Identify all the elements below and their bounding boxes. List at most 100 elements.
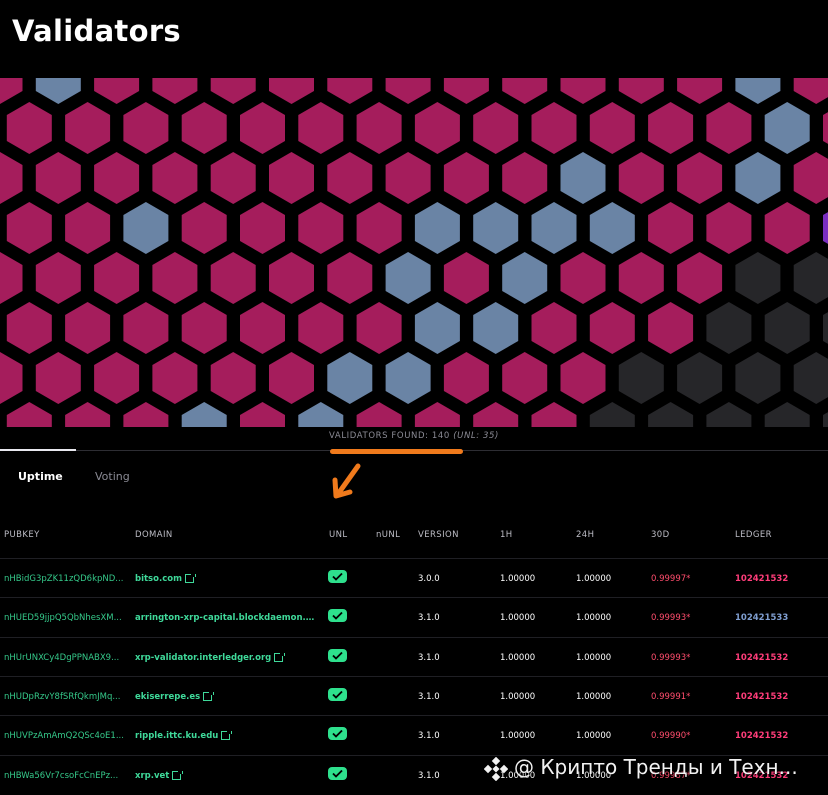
validator-hexmap[interactable] (0, 78, 828, 427)
validator-hex[interactable] (0, 152, 23, 204)
validator-hex[interactable] (473, 302, 519, 354)
validator-hex[interactable] (823, 202, 828, 254)
col-unl[interactable]: UNL (329, 530, 348, 540)
validator-hex[interactable] (735, 352, 781, 404)
validator-hex[interactable] (677, 352, 723, 404)
validator-hex[interactable] (502, 252, 548, 304)
validator-hex[interactable] (210, 78, 256, 104)
validator-hex[interactable] (152, 352, 198, 404)
pubkey-cell[interactable]: nHUDpRzvY8fSRfQkmJMq... (4, 692, 128, 702)
validator-hex[interactable] (0, 78, 23, 104)
validator-hex[interactable] (240, 302, 285, 354)
validator-hex[interactable] (648, 402, 694, 427)
validator-hex[interactable] (6, 402, 52, 427)
validator-hex[interactable] (677, 252, 723, 304)
validator-hex[interactable] (356, 202, 402, 254)
domain-link[interactable]: xrp-validator.interledger.org (135, 652, 315, 663)
validator-hex[interactable] (735, 78, 781, 104)
validator-hex[interactable] (764, 302, 810, 354)
validator-hex[interactable] (677, 78, 723, 104)
validator-hex[interactable] (181, 102, 227, 154)
domain-link[interactable]: ripple.ittc.ku.edu (135, 731, 315, 741)
validator-hex[interactable] (94, 252, 140, 304)
validator-hex[interactable] (269, 352, 314, 404)
validator-hex[interactable] (0, 352, 23, 404)
pubkey-cell[interactable]: nHBWa56Vr7csoFcCnEPz... (4, 771, 128, 781)
validator-hex[interactable] (327, 252, 373, 304)
validator-hex[interactable] (6, 102, 52, 154)
domain-link[interactable]: bitso.com (135, 574, 315, 584)
validator-hex[interactable] (414, 102, 460, 154)
validator-hex[interactable] (706, 202, 752, 254)
validator-hex[interactable] (385, 152, 431, 204)
validator-hex[interactable] (6, 202, 52, 254)
validator-hex[interactable] (65, 102, 111, 154)
validator-hex[interactable] (414, 402, 460, 427)
table-row[interactable]: nHUDpRzvY8fSRfQkmJMq... ekiserrepe.es 3.1.… (0, 675, 828, 716)
external-link-icon[interactable] (221, 731, 233, 741)
validator-hex[interactable] (35, 352, 81, 404)
validator-hex[interactable] (6, 302, 52, 354)
validator-hex[interactable] (298, 402, 344, 427)
validator-hex[interactable] (152, 78, 198, 104)
external-link-icon[interactable] (274, 652, 286, 662)
col-30d[interactable]: 30D (651, 530, 670, 540)
table-row[interactable]: nHBidG3pZK11zQD6kpND... bitso.com 3.0.0 1.0… (0, 558, 828, 598)
validator-hex[interactable] (443, 252, 489, 304)
validator-hex[interactable] (706, 402, 752, 427)
validator-hex[interactable] (123, 402, 169, 427)
external-link-icon[interactable] (172, 770, 184, 780)
validator-hex[interactable] (327, 152, 373, 204)
validator-hex[interactable] (618, 352, 664, 404)
col-nunl[interactable]: nUNL (376, 530, 400, 540)
external-link-icon[interactable] (184, 574, 196, 583)
validator-hex[interactable] (823, 102, 828, 154)
validator-hex[interactable] (181, 302, 227, 354)
validator-hex[interactable] (706, 302, 752, 354)
validator-hex[interactable] (502, 78, 548, 104)
validator-hex[interactable] (414, 302, 460, 354)
table-row[interactable]: nHUrUNXCy4DgPPNABX9... xrp-validator.inte… (0, 636, 828, 677)
validator-hex[interactable] (152, 152, 198, 204)
validator-hex[interactable] (560, 152, 606, 204)
tab-uptime[interactable]: Uptime (18, 470, 63, 483)
validator-hex[interactable] (123, 102, 169, 154)
validator-hex[interactable] (35, 78, 81, 104)
validator-hex[interactable] (443, 152, 489, 204)
validator-hex[interactable] (298, 302, 344, 354)
validator-hex[interactable] (298, 102, 344, 154)
validator-hex[interactable] (706, 102, 752, 154)
validator-hex[interactable] (327, 352, 373, 404)
validator-hex[interactable] (560, 78, 606, 104)
validator-hex[interactable] (356, 102, 402, 154)
col-1h[interactable]: 1H (500, 530, 513, 540)
validator-hex[interactable] (618, 78, 664, 104)
domain-link[interactable]: xrp.vet (135, 770, 315, 781)
validator-hex[interactable] (181, 402, 227, 427)
validator-hex[interactable] (589, 402, 635, 427)
domain-link[interactable]: ekiserrepe.es (135, 691, 315, 702)
validator-hex[interactable] (502, 352, 548, 404)
validator-hex[interactable] (648, 202, 694, 254)
col-24h[interactable]: 24H (576, 530, 594, 540)
validator-hex[interactable] (327, 78, 373, 104)
validator-hex[interactable] (502, 152, 548, 204)
validator-hex[interactable] (589, 302, 635, 354)
validator-hex[interactable] (648, 102, 694, 154)
col-version[interactable]: VERSION (418, 530, 459, 540)
validator-hex[interactable] (269, 252, 314, 304)
validator-hex[interactable] (181, 202, 227, 254)
validator-hex[interactable] (123, 302, 169, 354)
validator-hex[interactable] (443, 78, 489, 104)
validator-hex[interactable] (677, 152, 723, 204)
table-row[interactable]: nHUED59jjpQ5QbNhesXM... arrington-xrp-cap… (0, 597, 828, 637)
validator-hex[interactable] (589, 102, 635, 154)
validator-hex[interactable] (240, 102, 285, 154)
validator-hex[interactable] (385, 252, 431, 304)
validator-hex[interactable] (65, 402, 111, 427)
validator-hex[interactable] (35, 252, 81, 304)
validator-hex[interactable] (560, 252, 606, 304)
validator-hex[interactable] (531, 202, 577, 254)
validator-hex[interactable] (618, 152, 664, 204)
external-link-icon[interactable] (203, 691, 215, 701)
